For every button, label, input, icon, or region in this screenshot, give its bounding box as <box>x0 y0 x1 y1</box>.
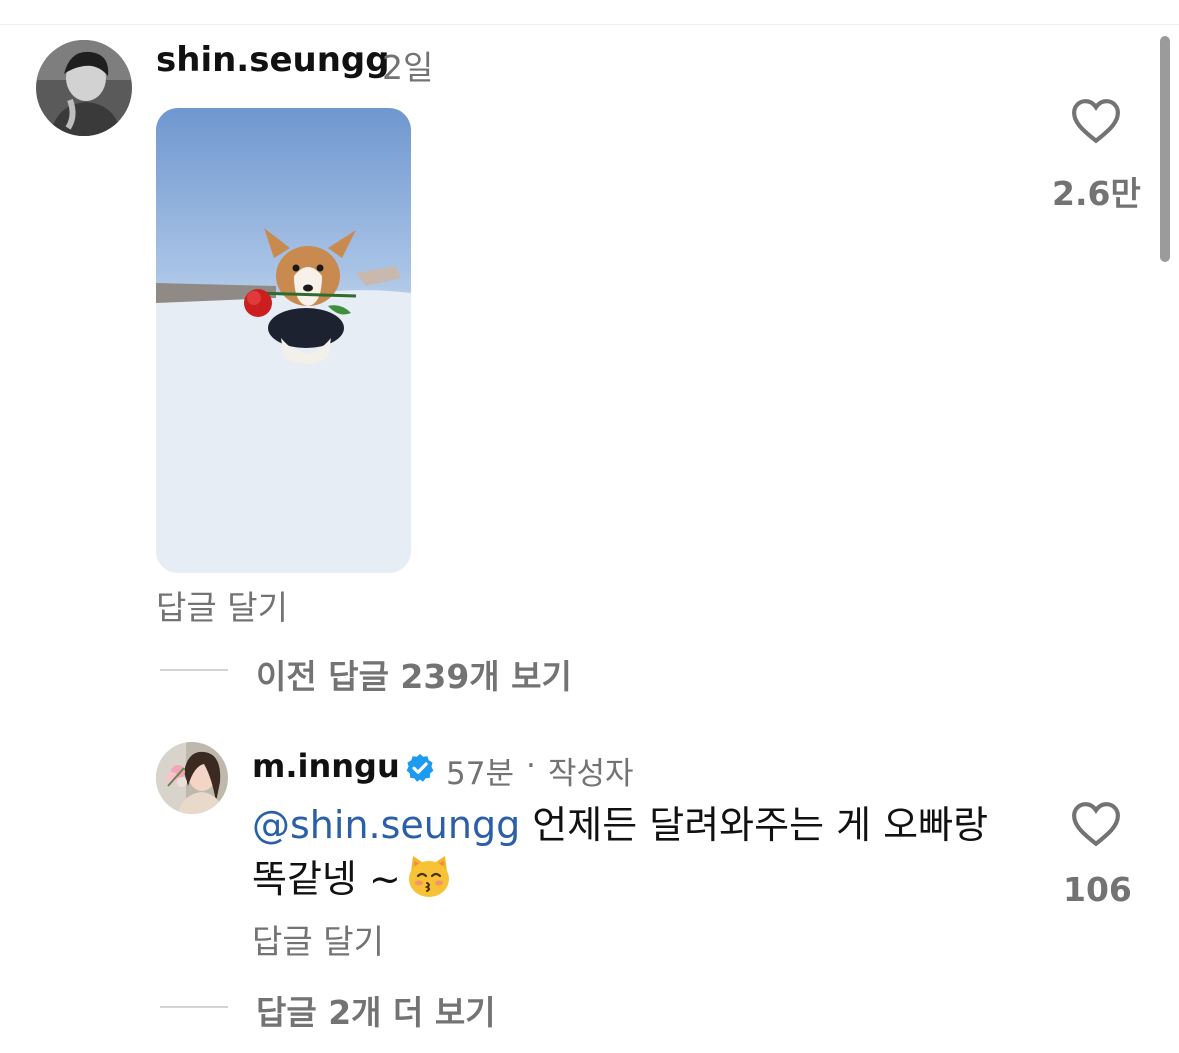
like-count: 106 <box>1063 870 1132 909</box>
reply-button[interactable]: 답글 달기 <box>252 915 384 963</box>
thread-line <box>160 1006 228 1008</box>
view-previous-replies-label[interactable]: 이전 답글 239개 보기 <box>256 650 572 698</box>
comment-time: 57분 <box>446 756 514 792</box>
comment-body: @shin.seungg 언제든 달려와주는 게 오빠랑 똑같넹 ~ <box>252 798 1032 914</box>
view-more-replies-label[interactable]: 답글 2개 더 보기 <box>256 986 496 1034</box>
comment-time: 2일 <box>382 48 434 87</box>
username[interactable]: shin.seungg <box>156 40 390 80</box>
meta-separator: · <box>526 748 536 784</box>
like-button[interactable] <box>1070 801 1122 849</box>
comment-text-line2: 똑같넹 ~ <box>252 857 401 901</box>
author-badge: 작성자 <box>548 756 634 792</box>
like-count: 2.6만 <box>1052 174 1141 213</box>
heart-icon <box>1072 99 1120 144</box>
avatar-image <box>36 40 132 136</box>
comment-text-line1: 언제든 달려와주는 게 오빠랑 <box>520 803 989 847</box>
corgi-with-rose-gif-icon <box>156 108 411 573</box>
top-divider <box>0 24 1179 25</box>
kissing-cat-emoji-icon <box>405 852 453 914</box>
verified-badge-icon <box>406 754 434 782</box>
gif-attachment[interactable] <box>156 108 411 573</box>
avatar[interactable] <box>36 40 132 136</box>
heart-icon <box>1072 802 1120 847</box>
avatar[interactable] <box>156 742 228 814</box>
avatar-image <box>156 742 228 814</box>
reply-button[interactable]: 답글 달기 <box>156 581 288 629</box>
username[interactable]: m.inngu <box>252 747 400 785</box>
mention-link[interactable]: @shin.seungg <box>252 803 520 847</box>
like-button[interactable] <box>1070 98 1122 146</box>
thread-line <box>160 669 228 671</box>
scrollbar[interactable] <box>1160 36 1170 262</box>
